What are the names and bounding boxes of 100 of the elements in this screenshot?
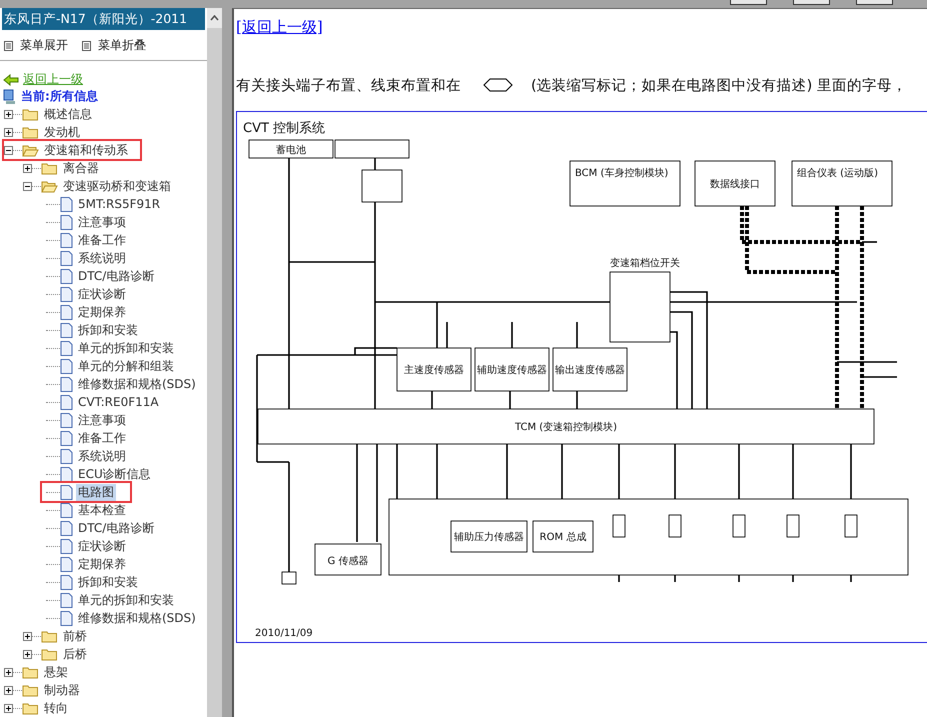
tree-item[interactable]: 发动机 xyxy=(42,124,82,140)
open-folder-icon xyxy=(41,180,58,192)
document-icon xyxy=(60,610,73,626)
sensor-label: 主速度传感器 xyxy=(404,365,464,376)
expand-icon[interactable] xyxy=(4,128,22,136)
toolbar-button[interactable] xyxy=(793,0,830,5)
toolbar-button[interactable] xyxy=(730,0,767,5)
document-icon xyxy=(60,286,73,302)
tree-item[interactable]: 症状诊断 xyxy=(76,286,128,302)
menu-button[interactable]: 菜单折叠 xyxy=(82,37,146,54)
battery-label: 蓄电池 xyxy=(276,145,306,156)
tree-item[interactable]: 定期保养 xyxy=(76,556,128,572)
document-icon xyxy=(60,538,73,554)
back-link[interactable]: 返回上一级 xyxy=(23,71,83,88)
collapse-icon[interactable] xyxy=(4,146,22,154)
tree-item[interactable]: 症状诊断 xyxy=(76,538,128,554)
tree-item[interactable]: 注意事项 xyxy=(76,214,128,230)
document-icon xyxy=(60,520,73,536)
tree-item[interactable]: 5MT:RS5F91R xyxy=(76,197,162,211)
menu-button[interactable]: 菜单展开 xyxy=(4,37,68,54)
tree-item[interactable]: 悬架 xyxy=(42,664,70,680)
document-icon xyxy=(60,592,73,608)
tree-item[interactable]: 单元的分解和组装 xyxy=(76,358,176,374)
open-folder-icon xyxy=(22,144,39,156)
note-text: (选装缩写标记；如果在电路图中没有描述) 里面的字母， xyxy=(531,76,907,94)
document-icon xyxy=(60,502,73,518)
folder-icon xyxy=(22,126,39,138)
tree-item[interactable]: 变速箱和传动系 xyxy=(42,142,130,158)
meter-label: 组合仪表 (运动版) xyxy=(797,168,878,179)
expand-icon[interactable] xyxy=(4,110,22,118)
document-icon xyxy=(60,448,73,464)
list-icon xyxy=(4,40,13,50)
document-icon xyxy=(60,412,73,428)
document-icon xyxy=(60,340,73,356)
document-icon xyxy=(60,322,73,338)
tree-item[interactable]: 定期保养 xyxy=(76,304,128,320)
diagram-date: 2010/11/09 xyxy=(255,628,313,639)
app-title: 东风日产-N17（新阳光）-2011 xyxy=(2,8,205,30)
tree-item[interactable]: 维修数据和规格(SDS) xyxy=(76,376,198,392)
tree-item[interactable]: DTC/电路诊断 xyxy=(76,520,156,536)
assembly-label: ROM 总成 xyxy=(540,532,586,543)
sensor-label: 辅助压力传感器 xyxy=(454,532,524,543)
tree-item[interactable]: CVT:RE0F11A xyxy=(76,395,161,409)
folder-icon xyxy=(41,162,58,174)
tree-item[interactable]: 转向 xyxy=(42,700,70,716)
tree-item[interactable]: 基本检查 xyxy=(76,502,128,518)
tree-item[interactable]: 准备工作 xyxy=(76,232,128,248)
tree-item[interactable]: 注意事项 xyxy=(76,412,128,428)
computer-icon xyxy=(3,88,17,104)
sensor-label: G 传感器 xyxy=(328,556,368,567)
document-icon xyxy=(60,556,73,572)
module-label: BCM (车身控制模块) xyxy=(575,168,668,179)
tree-item[interactable]: 离合器 xyxy=(61,160,101,176)
tree-item[interactable]: 单元的拆卸和安装 xyxy=(76,340,176,356)
tree-item[interactable]: DTC/电路诊断 xyxy=(76,268,156,284)
document-icon xyxy=(60,484,73,500)
document-icon xyxy=(60,304,73,320)
folder-icon xyxy=(22,108,39,120)
folder-icon xyxy=(41,630,58,642)
tree-item[interactable]: 制动器 xyxy=(42,682,82,698)
tree-item[interactable]: 系统说明 xyxy=(76,448,128,464)
tree-item[interactable]: 前桥 xyxy=(61,628,89,644)
expand-icon[interactable] xyxy=(4,668,22,676)
document-icon xyxy=(60,358,73,374)
document-icon xyxy=(60,376,73,392)
tree-item[interactable]: 单元的拆卸和安装 xyxy=(76,592,176,608)
tree-item[interactable]: 概述信息 xyxy=(42,106,94,122)
expand-icon[interactable] xyxy=(23,650,41,658)
tree-item[interactable]: 变速驱动桥和变速箱 xyxy=(61,178,173,194)
document-icon xyxy=(60,430,73,446)
tree-item[interactable]: 电路图 xyxy=(76,484,116,500)
tree-item[interactable]: 拆卸和安装 xyxy=(76,574,140,590)
tree-item[interactable]: 拆卸和安装 xyxy=(76,322,140,338)
folder-icon xyxy=(41,648,58,660)
document-icon xyxy=(60,196,73,212)
back-link[interactable]: [返回上一级] xyxy=(236,18,323,36)
expand-icon[interactable] xyxy=(4,704,22,712)
expand-icon[interactable] xyxy=(4,686,22,694)
document-icon xyxy=(60,214,73,230)
expand-icon[interactable] xyxy=(23,632,41,640)
toolbar-button[interactable] xyxy=(856,0,893,5)
list-icon xyxy=(82,40,91,50)
switch-label: 变速箱档位开关 xyxy=(610,258,680,269)
chevron-up-icon xyxy=(210,15,219,21)
tree-item[interactable]: ECU诊断信息 xyxy=(76,466,153,482)
collapse-icon[interactable] xyxy=(23,182,41,190)
scroll-up-button[interactable] xyxy=(207,8,222,28)
document-icon xyxy=(60,466,73,482)
sensor-label: 辅助速度传感器 xyxy=(477,365,547,376)
expand-icon[interactable] xyxy=(23,164,41,172)
document-icon xyxy=(60,250,73,266)
tree-item[interactable]: 后桥 xyxy=(61,646,89,662)
connector-label: 数据线接口 xyxy=(710,179,760,190)
tree-item[interactable]: 准备工作 xyxy=(76,430,128,446)
tree-item[interactable]: 系统说明 xyxy=(76,250,128,266)
diagram-title: CVT 控制系统 xyxy=(243,121,326,136)
note-text: 有关接头端子布置、线束布置和在 xyxy=(236,76,461,94)
folder-icon xyxy=(22,666,39,678)
tree-item[interactable]: 维修数据和规格(SDS) xyxy=(76,610,198,626)
control-unit-label: TCM (变速箱控制模块) xyxy=(514,422,618,433)
